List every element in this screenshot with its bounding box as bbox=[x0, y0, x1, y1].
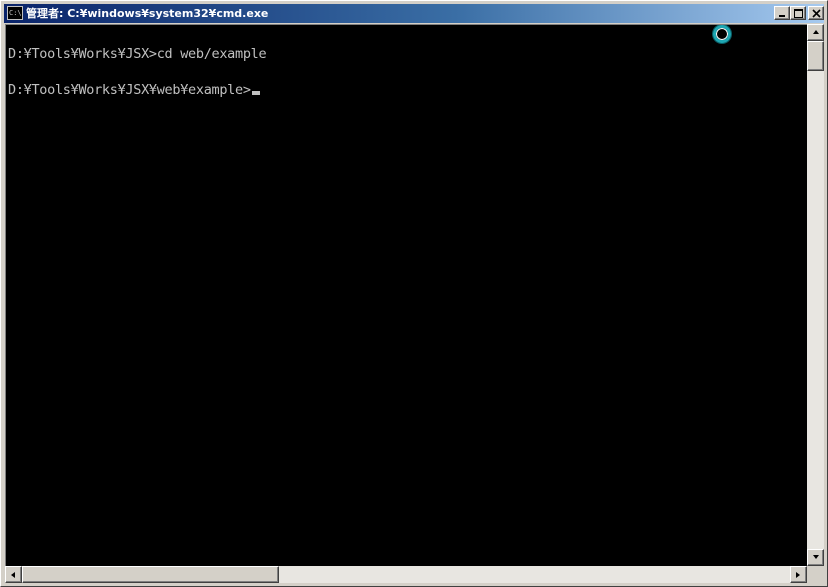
close-icon bbox=[812, 9, 821, 18]
minimize-button[interactable] bbox=[774, 6, 790, 20]
horizontal-scrollbar[interactable] bbox=[5, 566, 807, 583]
console-line: D:¥Tools¥Works¥JSX>cd web/example bbox=[8, 46, 267, 62]
vertical-scrollbar[interactable] bbox=[807, 24, 824, 566]
busy-cursor-icon bbox=[713, 25, 731, 43]
resize-grip[interactable] bbox=[807, 566, 824, 583]
cmd-icon[interactable]: C:\ bbox=[7, 6, 23, 20]
vertical-scroll-thumb[interactable] bbox=[807, 41, 824, 71]
maximize-button[interactable] bbox=[790, 6, 806, 20]
maximize-icon bbox=[794, 9, 803, 18]
arrow-right-icon bbox=[796, 572, 800, 578]
window-title: 管理者: C:¥windows¥system32¥cmd.exe bbox=[26, 7, 269, 20]
close-button[interactable] bbox=[808, 6, 824, 20]
console-prompt-line: D:¥Tools¥Works¥JSX¥web¥example> bbox=[8, 81, 260, 99]
arrow-up-icon bbox=[813, 30, 819, 34]
text-cursor bbox=[251, 91, 260, 95]
scroll-up-button[interactable] bbox=[807, 24, 824, 41]
console-output[interactable]: D:¥Tools¥Works¥JSX>cd web/example D:¥Too… bbox=[5, 24, 807, 566]
scroll-right-button[interactable] bbox=[790, 566, 807, 583]
cmd-window: C:\ 管理者: C:¥windows¥system32¥cmd.exe D:¥… bbox=[0, 0, 828, 587]
horizontal-scroll-thumb[interactable] bbox=[22, 566, 279, 583]
scroll-left-button[interactable] bbox=[5, 566, 22, 583]
arrow-left-icon bbox=[11, 572, 15, 578]
arrow-down-icon bbox=[813, 555, 819, 559]
title-bar[interactable]: C:\ 管理者: C:¥windows¥system32¥cmd.exe bbox=[4, 4, 824, 23]
scroll-down-button[interactable] bbox=[807, 549, 824, 566]
minimize-icon bbox=[779, 15, 785, 17]
console-prompt: D:¥Tools¥Works¥JSX¥web¥example> bbox=[8, 82, 251, 98]
